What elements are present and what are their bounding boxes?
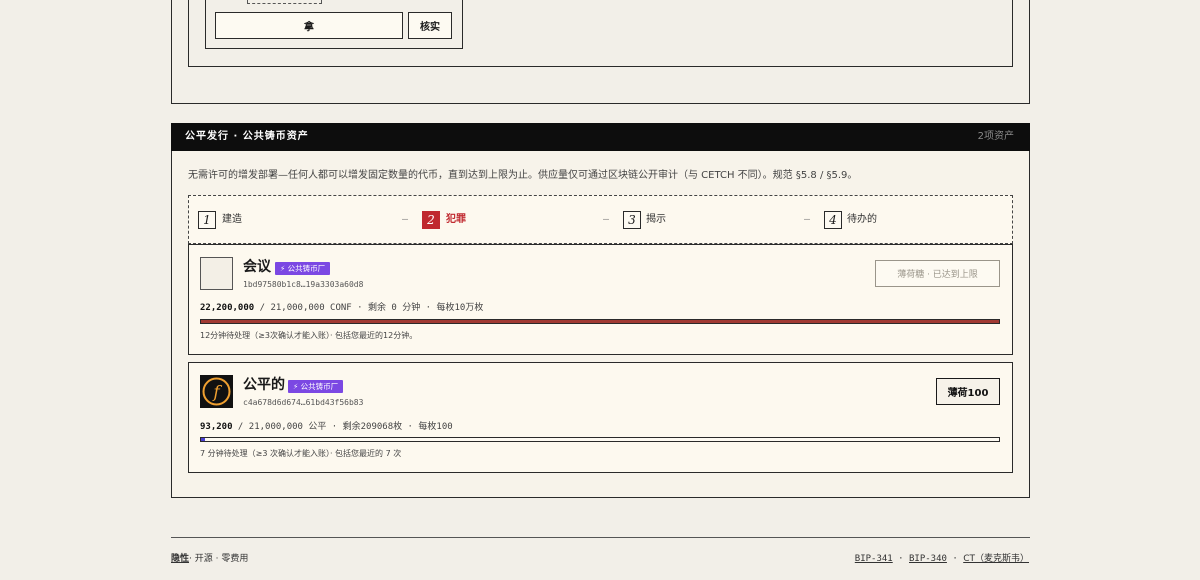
public-mint-badge: ⚡ 公共铸币厂 [275,262,331,275]
supply-details: / 21,000,000 公平 · 剩余209068枚 · 每枚100 [232,422,453,432]
step-1-label: 建造 [222,214,242,225]
footer-tags: 隐性· 开源 · 零费用 [171,554,249,564]
verify-button[interactable]: 核实 [408,12,452,39]
step-1-number: 1 [198,211,216,229]
step-3-label: 揭示 [646,214,666,225]
asset-id[interactable]: c4a678d6d674…61bd43f56b83 [243,398,363,407]
pending-note: 7 分钟待处理（≥3 次确认才能入账）· 包括您最近的 7 次 [200,449,402,458]
panel-description: 无需许可的增发部署—任何人都可以增发固定数量的代币，直到达到上限为止。供应量仅可… [188,170,858,181]
mint-button[interactable]: 薄荷100 [936,378,1000,405]
blank-avatar-icon [200,257,233,290]
bip-340-link[interactable]: BIP-340 [909,554,947,564]
supply-stats: 93,200 / 21,000,000 公平 · 剩余209068枚 · 每枚1… [200,419,453,432]
mint-progress-bar [200,319,1000,324]
minted-amount: 93,200 [200,422,233,432]
mint-progress-fill [201,320,999,323]
fair-coin-icon: f [200,375,233,408]
footer-divider [171,537,1030,538]
asset-id[interactable]: 1bd97580b1c8…19a3303a60d8 [243,280,363,289]
bip-341-link[interactable]: BIP-341 [855,554,893,564]
step-2-label: 犯罪 [446,214,466,225]
asset-count: 2项资产 [977,131,1014,142]
f-coin-icon: f [202,377,231,406]
mint-capped-button[interactable]: 薄荷糖 · 已达到上限 [875,260,1000,287]
ct-maxwell-link[interactable]: CT（麦克斯韦） [963,554,1029,564]
step-separator: — [402,214,409,225]
step-separator: — [603,214,610,225]
supply-stats: 22,200,000 / 21,000,000 CONF · 剩余 0 分钟 ·… [200,300,483,313]
step-2-number: 2 [422,211,440,229]
minted-amount: 22,200,000 [200,303,255,313]
mint-progress-bar [200,437,1000,442]
step-4-label: 待办的 [847,214,877,225]
step-3-number: 3 [623,211,641,229]
mint-progress-fill [201,438,205,441]
take-button[interactable]: 拿 [215,12,403,39]
step-separator: — [804,214,811,225]
privacy-link[interactable]: 隐性 [171,554,189,564]
panel-title: 公平发行 · 公共铸币资产 [185,131,309,142]
pending-note: 12分钟待处理（≥3次确认才能入账）· 包括您最近的12分钟。 [200,331,418,340]
public-mint-badge: ⚡ 公共铸币厂 [288,380,344,393]
footer-links: BIP-341 · BIP-340 · CT（麦克斯韦） [854,554,1029,564]
supply-details: / 21,000,000 CONF · 剩余 0 分钟 · 每枚10万枚 [254,303,484,313]
asset-name: 公平的 [243,377,285,393]
step-tracker [188,195,1013,244]
step-4-number: 4 [824,211,842,229]
zero-fee-tag: 零费用 [221,554,249,564]
previous-dashed-field [247,0,322,4]
open-source-tag: 开源 [194,554,213,564]
asset-name: 会议 [243,259,271,275]
